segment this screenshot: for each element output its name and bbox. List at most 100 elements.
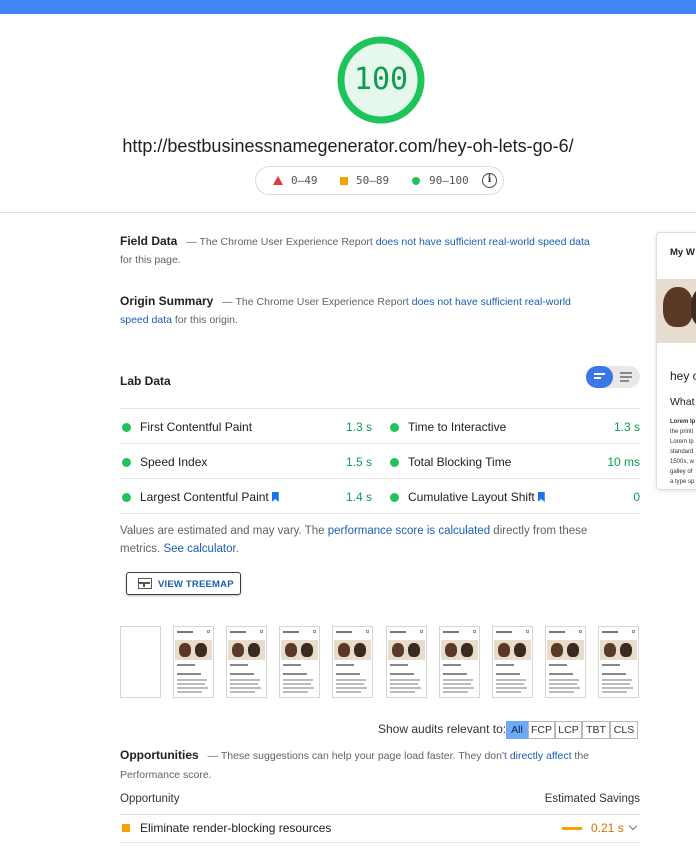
filter-chip-fcp[interactable]: FCP — [528, 721, 555, 739]
bookmark-icon — [271, 492, 279, 502]
legend-average-range: 50–89 — [356, 174, 390, 187]
legend-pass-range: 90–100 — [429, 174, 469, 187]
opportunity-name: Eliminate render-blocking resources — [140, 821, 332, 835]
filter-chip-all[interactable]: All — [506, 721, 528, 739]
preview-heading: hey o — [670, 369, 696, 383]
view-list-icon[interactable] — [586, 366, 613, 388]
metrics-view-toggle[interactable] — [586, 366, 640, 388]
metric-name: Cumulative Layout Shift — [408, 490, 535, 504]
average-square-icon — [340, 177, 348, 185]
see-calculator-link[interactable]: See calculator — [163, 543, 235, 555]
metric-value: 1.5 s — [345, 455, 372, 469]
final-screenshot-preview[interactable]: My W hey o What Lorem Ip the printi Lore… — [656, 232, 696, 490]
filter-chip-lcp[interactable]: LCP — [555, 721, 582, 739]
field-data-title: Field Data — [120, 234, 178, 248]
preview-text-line: 1500s, w — [670, 459, 695, 465]
fail-triangle-icon — [273, 176, 283, 185]
preview-text-line: standard — [670, 449, 694, 455]
note-text: . — [235, 543, 239, 555]
metric-name: Time to Interactive — [408, 420, 507, 434]
metrics-row: Speed Index 1.5 s Total Blocking Time 10… — [120, 444, 640, 479]
preview-text-line: a type sp — [670, 479, 695, 485]
directly-affect-link[interactable]: directly affect — [510, 750, 572, 762]
pass-circle-icon — [390, 458, 399, 467]
info-icon[interactable]: i — [482, 173, 497, 188]
bookmark-icon — [537, 492, 545, 502]
metric-name: Speed Index — [140, 455, 208, 469]
opportunities-text: — These suggestions can help your page l… — [207, 750, 510, 762]
preview-text-line: the printi — [670, 429, 694, 435]
audits-filter-label: Show audits relevant to: — [378, 722, 507, 736]
pass-circle-icon — [390, 493, 399, 502]
column-opportunity: Opportunity — [120, 793, 180, 805]
metric-speed-index: Speed Index 1.5 s — [120, 444, 372, 478]
metric-total-blocking-time: Total Blocking Time 10 ms — [388, 444, 640, 478]
origin-summary-section: Origin Summary — The Chrome User Experie… — [120, 292, 600, 329]
metric-value: 0 — [633, 490, 640, 504]
filmstrip-frame — [279, 626, 320, 698]
column-estimated-savings: Estimated Savings — [544, 793, 640, 805]
filmstrip-frame — [173, 626, 214, 698]
metrics-note: Values are estimated and may vary. The p… — [120, 522, 620, 558]
pass-circle-icon — [390, 423, 399, 432]
metric-name: First Contentful Paint — [140, 420, 253, 434]
metric-name: Total Blocking Time — [408, 455, 512, 469]
view-treemap-button[interactable]: VIEW TREEMAP — [126, 572, 241, 595]
pass-circle-icon — [412, 177, 420, 185]
filmstrip-frame — [120, 626, 161, 698]
metric-name: Largest Contentful Paint — [140, 490, 269, 504]
metric-name-wrap: Cumulative Layout Shift — [408, 490, 545, 504]
filmstrip-frame — [439, 626, 480, 698]
tested-url: http://bestbusinessnamegenerator.com/hey… — [122, 136, 574, 156]
header-divider — [0, 212, 696, 213]
chevron-down-icon[interactable] — [628, 821, 638, 831]
field-data-text: — The Chrome User Experience Report — [186, 236, 376, 248]
field-data-section: Field Data — The Chrome User Experience … — [120, 232, 600, 269]
filter-chip-tbt[interactable]: TBT — [582, 721, 610, 739]
filter-chip-cls[interactable]: CLS — [610, 721, 638, 739]
pass-circle-icon — [122, 423, 131, 432]
origin-summary-title: Origin Summary — [120, 294, 214, 308]
preview-text-line: Lorem Ip — [670, 419, 696, 425]
metric-value: 1.3 s — [345, 420, 372, 434]
origin-summary-text: — The Chrome User Experience Report — [222, 296, 412, 308]
filmstrip — [120, 626, 640, 698]
opportunity-row[interactable]: Eliminate render-blocking resources 0.21… — [120, 815, 640, 843]
filmstrip-frame — [386, 626, 427, 698]
preview-text-line: galley of — [670, 469, 693, 475]
performance-score: 100 — [353, 62, 409, 97]
metric-value: 10 ms — [607, 455, 640, 469]
metrics-row: First Contentful Paint 1.3 s Time to Int… — [120, 409, 640, 444]
metric-first-contentful-paint: First Contentful Paint 1.3 s — [120, 409, 372, 443]
metric-value: 1.3 s — [613, 420, 640, 434]
preview-text-line: Lorem Ip — [670, 439, 694, 445]
view-treemap-label: VIEW TREEMAP — [158, 579, 234, 590]
origin-summary-text-end: for this origin. — [171, 314, 238, 326]
pass-circle-icon — [122, 458, 131, 467]
legend-fail-range: 0–49 — [291, 174, 318, 187]
preview-dogs-image — [657, 279, 696, 343]
field-data-link[interactable]: does not have sufficient real-world spee… — [376, 236, 590, 248]
treemap-icon — [138, 578, 152, 589]
opportunities-table-header: Opportunity Estimated Savings — [120, 793, 640, 815]
score-legend: 0–49 50–89 90–100 i — [255, 166, 504, 195]
metrics-row: Largest Contentful Paint 1.4 s Cumulativ… — [120, 479, 640, 514]
average-square-icon — [122, 824, 130, 832]
preview-site-title: My W — [670, 247, 695, 258]
pass-circle-icon — [122, 493, 131, 502]
filmstrip-frame — [598, 626, 639, 698]
score-calculated-link[interactable]: performance score is calculated — [328, 525, 490, 537]
metric-cumulative-layout-shift: Cumulative Layout Shift 0 — [388, 479, 640, 513]
filmstrip-frame — [545, 626, 586, 698]
lab-data-title: Lab Data — [120, 374, 171, 388]
savings-bar — [562, 827, 582, 830]
top-accent-bar — [0, 0, 696, 14]
preview-subheading: What — [670, 396, 695, 408]
field-data-text-end: for this page. — [120, 254, 181, 266]
view-details-icon[interactable] — [613, 366, 640, 388]
metric-name-wrap: Largest Contentful Paint — [140, 490, 279, 504]
performance-score-gauge: 100 — [337, 36, 425, 124]
filmstrip-frame — [492, 626, 533, 698]
opportunities-title: Opportunities — [120, 748, 199, 762]
filmstrip-frame — [332, 626, 373, 698]
